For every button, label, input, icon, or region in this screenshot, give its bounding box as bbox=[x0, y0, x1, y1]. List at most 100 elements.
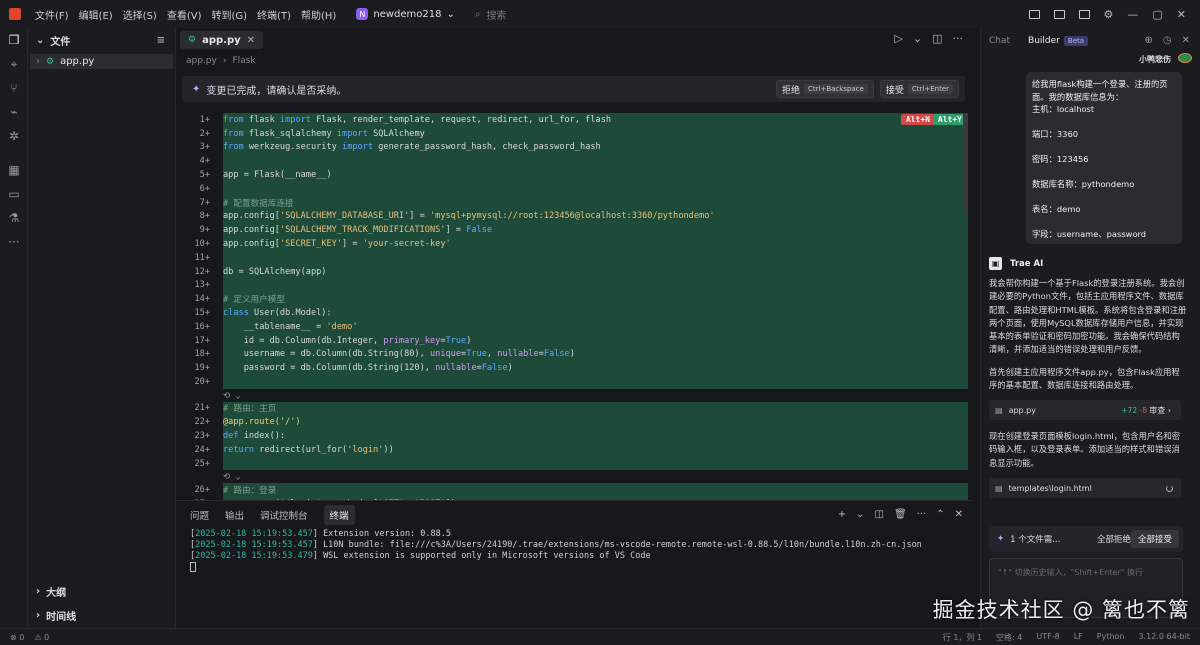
file-card-login-html[interactable]: ▤ templates\login.html bbox=[989, 478, 1181, 498]
code-line: 8+ app.config['SQLALCHEMY_DATABASE_URI'] … bbox=[176, 209, 973, 224]
reject-button[interactable]: 拒绝 Ctrl+Backspace bbox=[776, 80, 874, 98]
python-version[interactable]: 3.12.0 64-bit bbox=[1139, 632, 1191, 643]
line-number: 16+ bbox=[194, 321, 210, 332]
explorer-icon[interactable]: ❐ bbox=[0, 28, 28, 52]
toggle-sidebar-icon[interactable] bbox=[1028, 9, 1040, 19]
code-line: 24+ return redirect(url_for('login')) bbox=[176, 442, 973, 457]
code-text: # 配置数据库连接 bbox=[223, 195, 968, 210]
line-number: 24+ bbox=[194, 444, 210, 455]
breadcrumb-symbol[interactable]: Flask bbox=[232, 56, 255, 66]
menu-bar: 文件(F) 编辑(E) 选择(S) 查看(V) 转到(G) 终端(T) 帮助(H… bbox=[35, 7, 336, 22]
code-line: 1+ from flask import Flask, render_templa… bbox=[176, 113, 973, 127]
run-icon[interactable]: ▷ bbox=[894, 32, 902, 45]
explorer-header[interactable]: ⌄ 文件 ≡ bbox=[28, 28, 175, 52]
maximize-panel-icon[interactable]: ⌃ bbox=[936, 509, 944, 520]
menu-goto[interactable]: 转到(G) bbox=[212, 7, 248, 22]
tab-output[interactable]: 输出 bbox=[225, 508, 244, 522]
message-line bbox=[1032, 216, 1176, 229]
accept-all-button[interactable]: 全部接受 bbox=[1130, 530, 1179, 548]
tab-label: app.py bbox=[202, 34, 241, 46]
run-debug-icon[interactable]: ⌁ bbox=[0, 100, 28, 124]
accept-shortcut: Ctrl+Enter bbox=[907, 84, 953, 94]
code-text: def index(): bbox=[223, 429, 968, 443]
reject-hint[interactable]: Alt+N bbox=[900, 114, 935, 125]
close-button[interactable]: ✕ bbox=[1177, 8, 1186, 21]
indentation[interactable]: 空格: 4 bbox=[996, 632, 1022, 643]
tab-debug-console[interactable]: 调试控制台 bbox=[260, 508, 308, 522]
language-mode[interactable]: Python bbox=[1097, 632, 1125, 643]
editor-scrollbar[interactable] bbox=[963, 113, 968, 213]
chevron-down-icon[interactable]: ⌄ bbox=[856, 509, 864, 520]
tab-app-py[interactable]: ⚙ app.py ✕ bbox=[180, 31, 264, 49]
line-number: 7+ bbox=[199, 197, 210, 208]
diff-removed: -8 bbox=[1139, 405, 1147, 415]
close-icon[interactable]: ✕ bbox=[1182, 35, 1190, 46]
minimize-button[interactable]: — bbox=[1127, 8, 1138, 21]
breadcrumb-file[interactable]: app.py bbox=[186, 56, 217, 66]
search-box[interactable]: ⌕ 搜索 bbox=[475, 7, 507, 22]
close-icon[interactable]: ✕ bbox=[247, 35, 255, 46]
maximize-button[interactable]: ▢ bbox=[1152, 8, 1162, 21]
split-editor-icon[interactable]: ◫ bbox=[932, 32, 942, 45]
extensions-icon[interactable]: ▦ bbox=[0, 158, 28, 182]
toggle-panel-icon[interactable] bbox=[1053, 9, 1065, 19]
tab-chat[interactable]: Chat bbox=[989, 36, 1010, 46]
settings-icon[interactable]: ⚙ bbox=[1104, 8, 1114, 21]
line-number: 15+ bbox=[194, 308, 210, 319]
line-number: 14+ bbox=[194, 294, 210, 305]
menu-edit[interactable]: 编辑(E) bbox=[79, 7, 113, 22]
bug-icon[interactable]: ✲ bbox=[0, 124, 28, 148]
encoding[interactable]: UTF-8 bbox=[1036, 632, 1059, 643]
trash-icon[interactable]: 🗑 bbox=[894, 509, 907, 520]
add-terminal-icon[interactable]: + bbox=[838, 509, 846, 520]
remote-explorer-icon[interactable]: ▭ bbox=[0, 182, 28, 206]
menu-selection[interactable]: 选择(S) bbox=[123, 7, 157, 22]
cursor-position[interactable]: 行 1，列 1 bbox=[943, 632, 982, 643]
title-bar: 文件(F) 编辑(E) 选择(S) 查看(V) 转到(G) 终端(T) 帮助(H… bbox=[0, 0, 1200, 28]
review-label: 审查 bbox=[1149, 405, 1166, 415]
menu-icon[interactable]: ≡ bbox=[157, 35, 165, 46]
warnings-status[interactable]: ⚠ 0 bbox=[34, 633, 49, 642]
history-icon[interactable]: ◷ bbox=[1163, 35, 1172, 46]
testing-icon[interactable]: ⚗ bbox=[0, 206, 28, 230]
menu-help[interactable]: 帮助(H) bbox=[301, 7, 336, 22]
close-panel-icon[interactable]: ✕ bbox=[955, 509, 963, 520]
line-ending[interactable]: LF bbox=[1074, 632, 1083, 643]
errors-status[interactable]: ⊗ 0 bbox=[10, 633, 24, 642]
outline-section[interactable]: › 大纲 bbox=[28, 580, 176, 602]
ai-message-1: 我会帮你构建一个基于Flask的登录注册系统。我会创建必要的Python文件，包… bbox=[989, 278, 1187, 355]
line-number: 5+ bbox=[199, 170, 210, 181]
message-line: 密码：123456 bbox=[1032, 154, 1089, 164]
accept-button[interactable]: 接受 Ctrl+Enter bbox=[879, 80, 959, 98]
reject-all-button[interactable]: 全部拒绝 bbox=[1097, 533, 1131, 545]
accept-hint[interactable]: Alt+Y bbox=[932, 114, 967, 125]
source-control-icon[interactable]: ⑂ bbox=[0, 76, 28, 100]
project-switcher[interactable]: N newdemo218 ⌄ bbox=[356, 8, 455, 20]
menu-terminal[interactable]: 终端(T) bbox=[257, 7, 291, 22]
tab-builder[interactable]: Builder Beta bbox=[1028, 36, 1089, 46]
tab-terminal[interactable]: 终端 bbox=[323, 505, 355, 525]
code-line: 2+ from flask_sqlalchemy import SQLAlchem… bbox=[176, 126, 973, 141]
code-editor[interactable]: 1+ from flask import Flask, render_templa… bbox=[176, 113, 973, 500]
more-actions-icon[interactable]: ··· bbox=[953, 32, 964, 45]
reject-label: 拒绝 bbox=[782, 85, 801, 96]
file-icon: ▤ bbox=[995, 405, 1003, 415]
chevron-down-icon: ⌄ bbox=[36, 34, 45, 46]
file-item-app-py[interactable]: › ⚙ app.py bbox=[30, 54, 173, 69]
terminal-output[interactable]: [2025-02-18 15:19:53.457] Extension vers… bbox=[176, 529, 973, 573]
more-actions-icon[interactable]: ··· bbox=[917, 509, 927, 520]
tab-problems[interactable]: 问题 bbox=[190, 508, 209, 522]
more-icon[interactable]: ··· bbox=[0, 230, 28, 254]
split-terminal-icon[interactable]: ◫ bbox=[875, 509, 884, 520]
toggle-secondary-sidebar-icon[interactable] bbox=[1078, 9, 1090, 19]
chevron-down-icon[interactable]: ⌄ bbox=[913, 32, 922, 45]
review-button[interactable]: 审查 › bbox=[1149, 405, 1171, 416]
new-chat-icon[interactable]: ⊕ bbox=[1144, 35, 1152, 46]
menu-view[interactable]: 查看(V) bbox=[167, 7, 202, 22]
search-activity-icon[interactable]: ⌖ bbox=[0, 52, 28, 76]
file-card-app-py[interactable]: ▤ app.py +72 -8 审查 › bbox=[989, 400, 1181, 420]
timeline-section[interactable]: › 时间线 bbox=[28, 604, 176, 626]
beta-badge: Beta bbox=[1063, 36, 1089, 46]
message-line bbox=[1032, 141, 1176, 154]
menu-file[interactable]: 文件(F) bbox=[35, 7, 69, 22]
